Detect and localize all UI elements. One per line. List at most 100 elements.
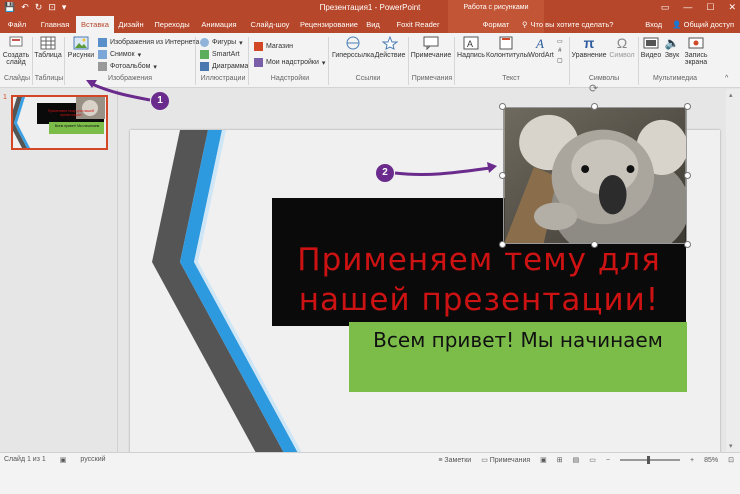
tab-animations[interactable]: Анимация	[198, 16, 240, 33]
slide-sorter-icon[interactable]: ⊞	[557, 456, 563, 464]
tab-insert[interactable]: Вставка	[76, 16, 114, 33]
photo-album-button[interactable]: Фотоальбом ▾	[98, 62, 157, 71]
scroll-down-icon[interactable]: ▾	[729, 442, 733, 450]
language-indicator[interactable]: русский	[80, 456, 105, 464]
resize-handle[interactable]	[499, 172, 506, 179]
slide-subtitle[interactable]: Всем привет! Мы начинаем	[349, 326, 687, 355]
resize-handle[interactable]	[591, 241, 598, 248]
ribbon-display-icon[interactable]: ▭	[661, 2, 670, 13]
more-text-buttons: ▭ # ▢	[557, 38, 563, 64]
spell-check-icon[interactable]: ▣	[60, 456, 67, 464]
slideshow-view-icon[interactable]: ▭	[589, 456, 596, 464]
online-images-button[interactable]: Изображения из Интернета	[98, 38, 199, 47]
photo-album-label: Фотоальбом	[110, 63, 151, 70]
zoom-out-icon[interactable]: −	[606, 457, 610, 464]
divider	[64, 37, 65, 85]
group-text-label: Текст	[502, 75, 520, 82]
status-left: Слайд 1 из 1 ▣ русский	[4, 456, 106, 464]
scroll-up-icon[interactable]: ▴	[729, 91, 733, 99]
audio-button[interactable]: 🔈 Звук	[662, 36, 682, 59]
svg-text:A: A	[467, 39, 473, 49]
vertical-scrollbar[interactable]: ▴ ▾	[726, 89, 740, 452]
tab-home[interactable]: Главная	[36, 16, 74, 33]
share-label: Общий доступ	[683, 20, 734, 29]
store-button[interactable]: Магазин	[254, 42, 293, 51]
my-addins-button[interactable]: Мои надстройки ▾	[254, 58, 325, 67]
textbox-button[interactable]: A Надпись	[456, 36, 486, 59]
chevron-down-icon: ▾	[153, 63, 157, 71]
fit-slide-icon[interactable]: ⊡	[728, 456, 734, 464]
smartart-button[interactable]: SmartArt	[200, 50, 240, 59]
divider	[408, 37, 409, 85]
ribbon-insert: Создать слайд Таблица Рисунки Изображени…	[0, 33, 740, 88]
textbox-icon: A	[463, 36, 479, 50]
date-time-icon[interactable]: ▭	[557, 38, 563, 45]
wordart-button[interactable]: A WordArt	[526, 36, 556, 59]
slide-title[interactable]: Применяем тему для нашей презентации!	[272, 240, 686, 320]
audio-label: Звук	[664, 52, 680, 59]
lightbulb-icon: ⚲	[522, 20, 528, 29]
zoom-in-icon[interactable]: +	[690, 457, 694, 464]
shapes-label: Фигуры	[212, 39, 237, 46]
wordart-icon: A	[535, 36, 544, 50]
status-bar: Слайд 1 из 1 ▣ русский ≡ Заметки ▭ Приме…	[0, 452, 740, 494]
tab-foxit[interactable]: Foxit Reader PDF	[390, 16, 446, 46]
resize-handle[interactable]	[684, 172, 691, 179]
tell-me-search[interactable]: ⚲ Что вы хотите сделать?	[522, 20, 613, 29]
table-label: Таблица	[34, 52, 62, 59]
slide-number-icon[interactable]: #	[558, 48, 561, 54]
action-button[interactable]: Действие	[374, 36, 406, 59]
notes-button[interactable]: ≡ Заметки	[438, 457, 471, 464]
divider	[638, 37, 639, 85]
tab-view[interactable]: Вид	[364, 16, 382, 33]
tab-transitions[interactable]: Переходы	[152, 16, 192, 33]
hyperlink-button[interactable]: Гиперссылка	[332, 36, 374, 59]
my-addins-label: Мои надстройки	[266, 59, 319, 66]
zoom-level[interactable]: 85%	[704, 457, 718, 464]
koala-picture[interactable]	[503, 107, 687, 244]
slide-thumbnail[interactable]: Применяем тему для нашей презентации! Вс…	[11, 95, 108, 150]
object-icon[interactable]: ▢	[557, 57, 563, 64]
group-symbols-label: Символы	[588, 75, 620, 82]
group-illustrations-label: Иллюстрации	[200, 75, 246, 82]
new-slide-icon	[9, 36, 23, 47]
resize-handle[interactable]	[591, 103, 598, 110]
pictures-button[interactable]: Рисунки	[66, 36, 96, 59]
tab-design[interactable]: Дизайн	[116, 16, 146, 33]
resize-handle[interactable]	[684, 241, 691, 248]
equation-button[interactable]: π Уравнение	[571, 36, 607, 59]
screen-recording-button[interactable]: Запись экрана	[683, 36, 709, 66]
group-comments-label: Примечания	[411, 75, 453, 82]
tab-slideshow[interactable]: Слайд-шоу	[246, 16, 294, 33]
maximize-icon[interactable]: ☐	[706, 2, 714, 13]
store-icon	[254, 42, 263, 51]
zoom-thumb[interactable]	[647, 456, 651, 464]
resize-handle[interactable]	[499, 103, 506, 110]
screenshot-button[interactable]: Снимок ▾	[98, 50, 141, 59]
collapse-ribbon-icon[interactable]: ^	[725, 75, 728, 82]
resize-handle[interactable]	[684, 103, 691, 110]
tab-file[interactable]: Файл	[4, 16, 30, 33]
rotate-handle-icon[interactable]: ⟳	[589, 82, 598, 95]
normal-view-icon[interactable]: ▣	[540, 456, 547, 464]
minimize-icon[interactable]: —	[683, 2, 692, 13]
chart-icon	[200, 62, 209, 71]
comment-button[interactable]: Примечание	[410, 36, 452, 59]
comments-button[interactable]: ▭ Примечания	[481, 456, 530, 464]
close-icon[interactable]: ✕	[728, 2, 736, 13]
sign-in-link[interactable]: Вход	[645, 20, 662, 29]
video-button[interactable]: Видео	[640, 36, 662, 59]
new-slide-button[interactable]: Создать слайд	[2, 36, 30, 66]
share-button[interactable]: 👤 Общий доступ	[672, 20, 734, 29]
table-button[interactable]: Таблица	[34, 36, 62, 59]
tab-review[interactable]: Рецензирование	[298, 16, 360, 33]
svg-text:A: A	[535, 36, 544, 50]
zoom-slider[interactable]	[620, 456, 681, 464]
thumbnail-title: Применяем тему для нашей презентации!	[47, 109, 95, 117]
header-footer-button[interactable]: Колонтитулы	[486, 36, 529, 59]
shapes-button[interactable]: Фигуры ▾	[200, 38, 243, 47]
resize-handle[interactable]	[499, 241, 506, 248]
symbol-button[interactable]: Ω Символ	[607, 36, 637, 59]
reading-view-icon[interactable]: ▤	[573, 456, 580, 464]
chart-button[interactable]: Диаграмма	[200, 62, 248, 71]
